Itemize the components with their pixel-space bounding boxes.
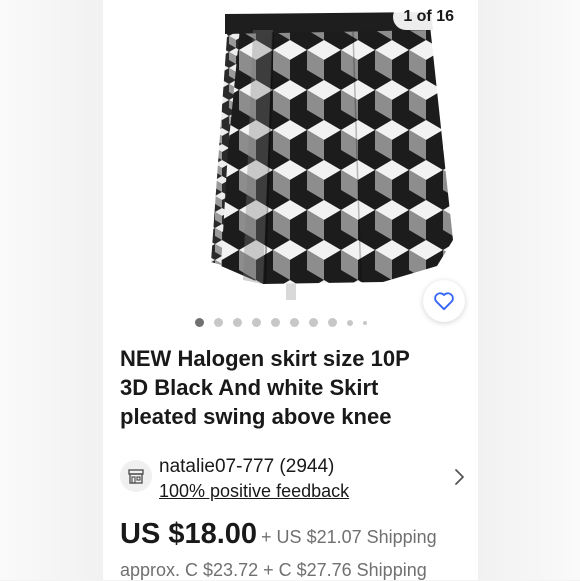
gallery-dot[interactable] bbox=[233, 318, 242, 327]
approx-price: approx. C $23.72 + C $27.76 Shipping bbox=[120, 560, 427, 580]
chevron-right-icon[interactable] bbox=[453, 468, 465, 486]
gallery-dot[interactable] bbox=[252, 318, 261, 327]
gallery-dot[interactable] bbox=[363, 320, 367, 325]
gallery-dot[interactable] bbox=[347, 319, 353, 326]
gallery-dot[interactable] bbox=[195, 318, 204, 327]
skirt-photo bbox=[211, 12, 453, 300]
background-left bbox=[0, 0, 103, 580]
heart-icon bbox=[434, 292, 454, 311]
title-line: pleated swing above knee bbox=[120, 404, 392, 429]
title-line: NEW Halogen skirt size 10P bbox=[120, 346, 410, 371]
price: US $18.00 bbox=[120, 518, 258, 550]
watch-button[interactable] bbox=[423, 280, 465, 322]
title-line: 3D Black And white Skirt bbox=[120, 375, 379, 400]
gallery-dot[interactable] bbox=[309, 318, 318, 327]
gallery-dot[interactable] bbox=[328, 318, 337, 327]
background-right bbox=[478, 0, 580, 580]
seller-row[interactable]: natalie07-777 (2944) 100% positive feedb… bbox=[120, 452, 465, 504]
listing-title: NEW Halogen skirt size 10P 3D Black And … bbox=[120, 344, 465, 431]
image-counter: 1 of 16 bbox=[393, 4, 464, 30]
gallery-dot[interactable] bbox=[290, 318, 299, 327]
listing-card: NEW Halogen skirt size 10P 3D Black And … bbox=[103, 280, 478, 580]
seller-feedback-link[interactable]: 100% positive feedback bbox=[159, 481, 349, 502]
gallery-dot[interactable] bbox=[214, 318, 223, 327]
gallery-dot[interactable] bbox=[271, 318, 280, 327]
product-image[interactable]: 1 of 16 bbox=[103, 0, 478, 300]
store-icon bbox=[120, 460, 152, 492]
gallery-dots bbox=[195, 318, 367, 327]
price-row: US $18.00 + US $21.07 Shipping bbox=[120, 518, 437, 551]
shipping-cost: + US $21.07 Shipping bbox=[261, 527, 437, 547]
seller-name[interactable]: natalie07-777 (2944) bbox=[159, 456, 334, 478]
